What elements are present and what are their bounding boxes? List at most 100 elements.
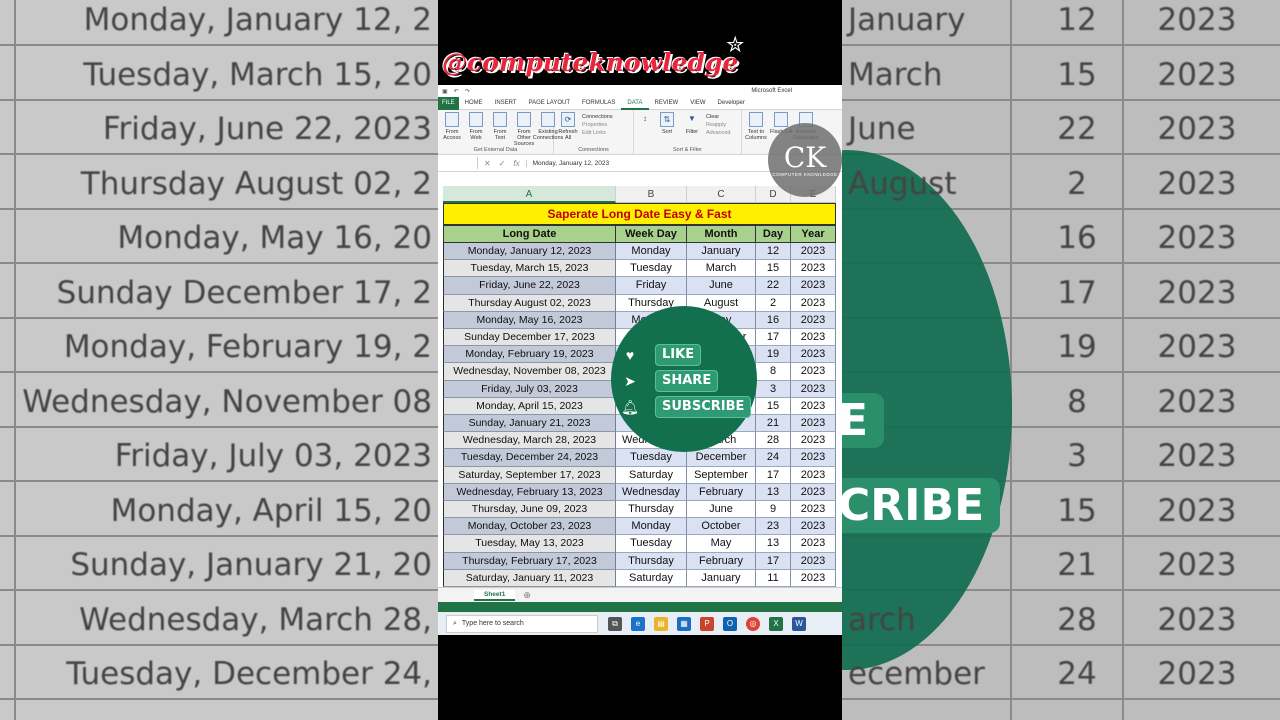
tab-review[interactable]: REVIEW xyxy=(649,97,685,110)
tab-developer[interactable]: Developer xyxy=(712,97,751,110)
long-date-cell[interactable]: Thursday, June 09, 2023 xyxy=(443,501,616,519)
data-cell[interactable]: Saturday xyxy=(616,569,687,587)
data-cell[interactable]: 8 xyxy=(756,363,791,381)
long-date-cell[interactable]: Friday, July 03, 2023 xyxy=(443,380,616,398)
column-header-a[interactable]: A xyxy=(443,186,616,203)
data-cell[interactable]: 2023 xyxy=(791,432,836,450)
data-cell[interactable]: 2023 xyxy=(791,329,836,347)
tab-page-layout[interactable]: PAGE LAYOUT xyxy=(523,97,576,110)
data-cell[interactable]: 22 xyxy=(756,277,791,295)
data-cell[interactable]: 2023 xyxy=(791,415,836,433)
data-cell[interactable]: February xyxy=(687,552,756,570)
sort-filter-item[interactable]: Advanced xyxy=(706,129,730,137)
data-cell[interactable]: January xyxy=(687,569,756,587)
long-date-cell[interactable]: Thursday, February 17, 2023 xyxy=(443,552,616,570)
data-cell[interactable]: 16 xyxy=(756,311,791,329)
data-cell[interactable]: Thursday xyxy=(616,552,687,570)
long-date-cell[interactable]: Wednesday, February 13, 2023 xyxy=(443,483,616,501)
data-cell[interactable]: 2023 xyxy=(791,449,836,467)
data-cell[interactable]: October xyxy=(687,518,756,536)
data-tool-button[interactable]: Text to Columns xyxy=(745,112,767,154)
connections-item[interactable]: Properties xyxy=(582,121,613,129)
tab-formulas[interactable]: FORMULAS xyxy=(576,97,621,110)
column-header-c[interactable]: C xyxy=(687,186,756,203)
sheet-tab-sheet1[interactable]: Sheet1 xyxy=(474,589,516,601)
long-date-cell[interactable]: Sunday December 17, 2023 xyxy=(443,329,616,347)
data-cell[interactable]: 2 xyxy=(756,294,791,312)
data-cell[interactable]: 2023 xyxy=(791,294,836,312)
like-item[interactable]: ♥ LIKE xyxy=(621,344,702,366)
long-date-cell[interactable]: Wednesday, November 08, 2023 xyxy=(443,363,616,381)
data-cell[interactable]: September xyxy=(687,466,756,484)
data-cell[interactable]: 2023 xyxy=(791,518,836,536)
file-explorer-icon[interactable]: ▤ xyxy=(654,616,668,631)
data-cell[interactable]: 2023 xyxy=(791,311,836,329)
data-cell[interactable]: 13 xyxy=(756,483,791,501)
data-cell[interactable]: Tuesday xyxy=(616,260,687,278)
data-cell[interactable]: Monday xyxy=(616,243,687,261)
data-cell[interactable]: 24 xyxy=(756,449,791,467)
data-cell[interactable]: Saturday xyxy=(616,466,687,484)
long-date-cell[interactable]: Tuesday, March 15, 2023 xyxy=(443,260,616,278)
fx-icon[interactable]: fx xyxy=(513,159,519,168)
data-cell[interactable]: 28 xyxy=(756,432,791,450)
data-cell[interactable]: 2023 xyxy=(791,483,836,501)
long-date-cell[interactable]: Saturday, September 17, 2023 xyxy=(443,466,616,484)
data-cell[interactable]: 2023 xyxy=(791,569,836,587)
store-icon[interactable]: ▦ xyxy=(677,616,691,631)
save-icon[interactable]: ▣ xyxy=(442,88,448,95)
data-cell[interactable]: January xyxy=(687,243,756,261)
tab-insert[interactable]: INSERT xyxy=(489,97,523,110)
task-view-icon[interactable]: ⧉ xyxy=(608,616,622,631)
subscribe-button[interactable]: SUBSCRIBE xyxy=(655,396,752,418)
word-icon[interactable]: W xyxy=(792,616,806,631)
data-cell[interactable]: Wednesday xyxy=(616,483,687,501)
chrome-icon[interactable]: ◎ xyxy=(746,616,760,631)
long-date-cell[interactable]: Wednesday, March 28, 2023 xyxy=(443,432,616,450)
tab-file[interactable]: FILE xyxy=(438,96,459,110)
cancel-icon[interactable]: ✕ xyxy=(484,159,491,168)
taskbar-search[interactable]: ⌕ Type here to search xyxy=(446,614,598,633)
data-cell[interactable]: 2023 xyxy=(791,260,836,278)
long-date-cell[interactable]: Monday, April 15, 2023 xyxy=(443,397,616,415)
redo-icon[interactable]: ↷ xyxy=(465,88,470,95)
long-date-cell[interactable]: Friday, June 22, 2023 xyxy=(443,277,616,295)
data-cell[interactable]: 19 xyxy=(756,346,791,364)
data-cell[interactable]: Thursday xyxy=(616,501,687,519)
enter-icon[interactable]: ✓ xyxy=(499,159,506,168)
data-cell[interactable]: February xyxy=(687,483,756,501)
sort-filter-item[interactable]: Clear xyxy=(706,113,730,121)
data-cell[interactable]: 17 xyxy=(756,552,791,570)
data-cell[interactable]: 23 xyxy=(756,518,791,536)
long-date-cell[interactable]: Thursday August 02, 2023 xyxy=(443,294,616,312)
add-sheet-icon[interactable]: ⊕ xyxy=(523,590,531,601)
data-cell[interactable]: May xyxy=(687,535,756,553)
excel-icon[interactable]: X xyxy=(769,616,783,631)
data-cell[interactable]: Tuesday xyxy=(616,535,687,553)
data-cell[interactable]: 12 xyxy=(756,243,791,261)
long-date-cell[interactable]: Tuesday, December 24, 2023 xyxy=(443,449,616,467)
data-cell[interactable]: 21 xyxy=(756,415,791,433)
data-cell[interactable]: 2023 xyxy=(791,397,836,415)
data-cell[interactable]: 13 xyxy=(756,535,791,553)
share-item[interactable]: ➤ SHARE xyxy=(621,370,719,392)
data-cell[interactable]: 2023 xyxy=(791,277,836,295)
name-box[interactable] xyxy=(438,157,478,169)
data-cell[interactable]: June xyxy=(687,277,756,295)
like-button[interactable]: LIKE xyxy=(655,344,702,366)
data-cell[interactable]: 2023 xyxy=(791,501,836,519)
long-date-cell[interactable]: Saturday, January 11, 2023 xyxy=(443,569,616,587)
data-cell[interactable]: 2023 xyxy=(791,346,836,364)
data-cell[interactable]: 11 xyxy=(756,569,791,587)
sort-filter-item[interactable]: Reapply xyxy=(706,121,730,129)
outlook-icon[interactable]: O xyxy=(723,616,737,631)
data-cell[interactable]: 9 xyxy=(756,501,791,519)
long-date-cell[interactable]: Monday, January 12, 2023 xyxy=(443,243,616,261)
long-date-cell[interactable]: Monday, October 23, 2023 xyxy=(443,518,616,536)
data-cell[interactable]: 3 xyxy=(756,380,791,398)
data-cell[interactable]: 2023 xyxy=(791,552,836,570)
tab-home[interactable]: HOME xyxy=(459,97,489,110)
long-date-cell[interactable]: Tuesday, May 13, 2023 xyxy=(443,535,616,553)
data-cell[interactable]: 17 xyxy=(756,329,791,347)
data-cell[interactable]: Monday xyxy=(616,518,687,536)
